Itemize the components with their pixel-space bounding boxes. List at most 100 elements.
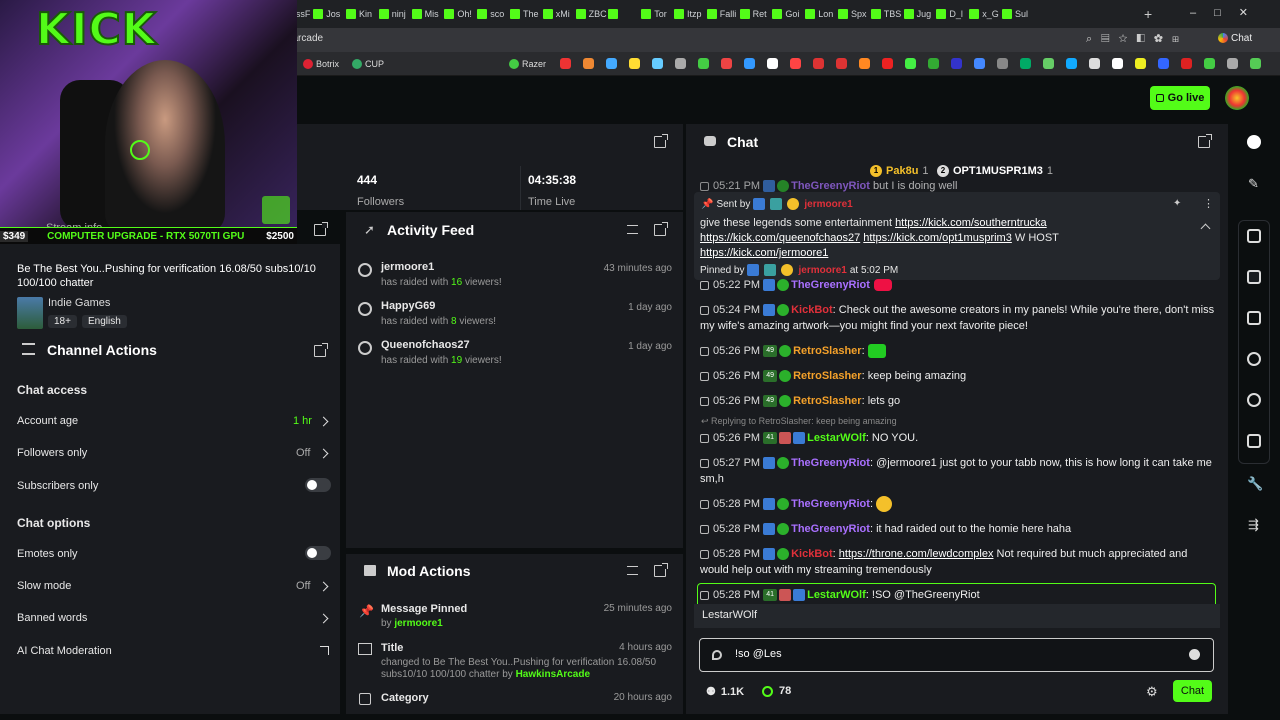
wrench-icon[interactable]: 🔧 (1247, 476, 1263, 492)
bookmark-icon[interactable] (721, 58, 732, 69)
channel-points[interactable]: 78 (762, 685, 791, 697)
bookmark-icon[interactable] (629, 58, 640, 69)
pencil-icon[interactable]: ✎ (1248, 176, 1259, 192)
share-icon[interactable]: ⇶ (1248, 517, 1259, 533)
message-user[interactable]: TheGreenyRiot (791, 523, 870, 535)
chat-message[interactable]: 05:26 PM 49 RetroSlasher: (700, 343, 1215, 359)
browser-tab[interactable]: x_G (969, 4, 1001, 24)
browser-tab[interactable]: Kin (346, 4, 378, 24)
bookmark-icon[interactable] (859, 58, 870, 69)
slow-mode-value[interactable]: Off (296, 580, 310, 592)
send-chat-button[interactable]: Chat (1173, 680, 1212, 702)
message-link[interactable]: https://throne.com/lewdcomplex (839, 548, 994, 560)
browser-tab[interactable]: Oh! (444, 4, 476, 24)
browser-tab[interactable]: Tor (641, 4, 673, 24)
bookmark-icon[interactable] (1089, 58, 1100, 69)
bookmark-icon[interactable] (928, 58, 939, 69)
pinned-link[interactable]: https://kick.com/jermoore1 (700, 247, 828, 259)
message-user[interactable]: TheGreenyRiot (791, 457, 870, 469)
mod-action-user[interactable]: jermoore1 (394, 618, 442, 629)
filter-icon[interactable] (627, 225, 638, 234)
popout-icon[interactable] (1198, 134, 1212, 148)
mention-suggestion[interactable]: LestarWOlf (702, 609, 757, 621)
trash-icon[interactable] (700, 396, 709, 406)
bookmark-icon[interactable] (974, 58, 985, 69)
emoji-icon[interactable] (1189, 649, 1200, 660)
trash-icon[interactable] (700, 305, 709, 315)
chat-input-value[interactable]: !so @Les (735, 648, 782, 660)
message-user[interactable]: RetroSlasher (793, 370, 861, 382)
filter-icon[interactable] (627, 566, 638, 575)
chat-message[interactable]: 05:24 PM KickBot: Check out the awesome c… (700, 302, 1215, 334)
broadcast-icon[interactable] (1247, 393, 1261, 407)
trash-icon[interactable] (700, 524, 709, 534)
pinned-link[interactable]: https://kick.com/southerntrucka (895, 217, 1047, 229)
pinned-link[interactable]: https://kick.com/queenofchaos27 (700, 232, 860, 244)
browser-tab[interactable]: ZBC (575, 4, 608, 24)
bookmark-icon[interactable] (1204, 58, 1215, 69)
shield-icon[interactable] (712, 650, 722, 660)
pinned-link[interactable]: https://kick.com/opt1musprim3 (863, 232, 1012, 244)
trash-icon[interactable] (700, 549, 709, 559)
chat-message[interactable]: 05:26 PM 49 RetroSlasher: lets go (700, 393, 1215, 409)
popout-icon[interactable] (314, 222, 328, 236)
document-icon[interactable] (1247, 311, 1261, 325)
chat-message[interactable]: 05:28 PM TheGreenyRiot: it had raided out… (700, 521, 1215, 537)
bookmark-icon[interactable] (951, 58, 962, 69)
message-user[interactable]: LestarWOlf (807, 432, 866, 444)
settings-gear-icon[interactable]: ⚙ (1146, 684, 1158, 700)
bookmark-icon[interactable] (790, 58, 801, 69)
browser-tab[interactable]: Jug (903, 4, 936, 24)
browser-tab[interactable]: xMi (542, 4, 575, 24)
feed-user[interactable]: Queenofchaos27 (381, 339, 470, 351)
trash-icon[interactable] (700, 181, 709, 191)
chat-icon[interactable] (1247, 352, 1261, 366)
popout-icon[interactable] (654, 134, 668, 148)
bookmark-icon[interactable] (744, 58, 755, 69)
screenshot-icon[interactable] (1247, 229, 1261, 243)
bookmark-icon[interactable] (1181, 58, 1192, 69)
bookmark-razer[interactable]: Razer (509, 57, 546, 71)
emotes-only-toggle[interactable] (305, 546, 331, 560)
browser-tab[interactable]: sco (477, 4, 509, 24)
browser-tab[interactable]: TBS (870, 4, 903, 24)
browser-tab[interactable]: Falli (706, 4, 739, 24)
avatar[interactable] (1225, 86, 1249, 110)
browser-tab[interactable]: Mis (411, 4, 444, 24)
bookmark-icon[interactable] (560, 58, 571, 69)
new-tab-button[interactable]: + (1144, 6, 1152, 22)
trash-icon[interactable] (700, 499, 709, 509)
message-user[interactable]: TheGreenyRiot (791, 279, 870, 291)
bookmark-icon[interactable] (767, 58, 778, 69)
browser-tab[interactable]: Itzp (674, 4, 706, 24)
message-user[interactable]: RetroSlasher (793, 345, 861, 357)
browser-tab[interactable]: Goi (772, 4, 804, 24)
bookmark-icon[interactable] (1043, 58, 1054, 69)
popout-icon[interactable] (314, 343, 328, 357)
browser-tab[interactable]: The (510, 4, 542, 24)
trash-icon[interactable] (700, 590, 709, 600)
popout-icon[interactable] (654, 563, 668, 577)
message-user[interactable]: TheGreenyRiot (791, 498, 870, 510)
bookmark-icon[interactable] (997, 58, 1008, 69)
bookmark-icon[interactable] (1066, 58, 1077, 69)
browser-tab[interactable]: Lon (805, 4, 837, 24)
trash-icon[interactable] (700, 346, 709, 356)
message-user[interactable]: KickBot (791, 548, 833, 560)
feed-user[interactable]: HappyG69 (381, 300, 435, 312)
chat-message[interactable]: 05:28 PM KickBot: https://throne.com/lewd… (700, 546, 1215, 578)
trash-icon[interactable] (700, 458, 709, 468)
account-age-value[interactable]: 1 hr (293, 415, 312, 427)
browser-tab[interactable]: Jos (313, 4, 345, 24)
bookmark-icon[interactable] (1158, 58, 1169, 69)
browser-tab[interactable]: Sul (1002, 4, 1034, 24)
category-name[interactable]: Indie Games (48, 297, 110, 309)
go-live-button[interactable]: Go live (1150, 86, 1210, 110)
browser-tab[interactable]: D_l (936, 4, 968, 24)
bookmark-icon[interactable] (813, 58, 824, 69)
popout-icon[interactable] (654, 222, 668, 236)
layout-icon[interactable] (1247, 434, 1261, 448)
bookmark-icon[interactable] (698, 58, 709, 69)
chat-message[interactable]: 05:26 PM 49 RetroSlasher: keep being amazi… (700, 368, 1215, 384)
browser-tab[interactable] (608, 4, 640, 24)
